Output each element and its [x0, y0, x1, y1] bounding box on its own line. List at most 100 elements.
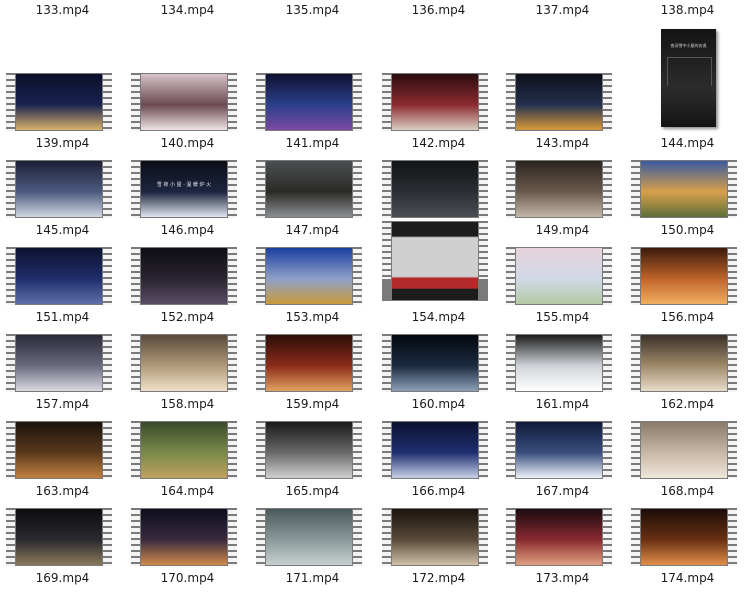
video-frame-preview — [141, 335, 227, 391]
video-thumbnail[interactable] — [506, 160, 612, 218]
video-thumbnail[interactable] — [6, 160, 112, 218]
video-thumbnail[interactable] — [256, 334, 362, 392]
file-name-label: 153.mp4 — [285, 310, 340, 324]
video-thumbnail[interactable] — [631, 247, 737, 305]
video-frame-preview — [516, 161, 602, 217]
video-frame-preview — [392, 509, 478, 565]
video-thumbnail[interactable] — [631, 160, 737, 218]
file-name-label: 163.mp4 — [35, 484, 90, 498]
thumbnail-caption: 雪 夜 小 屋 · 温 暖 炉 火 — [156, 182, 212, 188]
video-thumbnail[interactable] — [506, 421, 612, 479]
video-frame-preview — [392, 222, 478, 300]
file-name-label: 144.mp4 — [660, 136, 715, 150]
video-frame-preview — [641, 335, 727, 391]
video-frame-preview — [516, 74, 602, 130]
file-name-label: 152.mp4 — [160, 310, 215, 324]
video-thumbnail-portrait[interactable]: 夜深雪中小屋的安逸 — [661, 29, 716, 127]
video-thumbnail[interactable] — [506, 334, 612, 392]
video-thumbnail[interactable] — [131, 73, 237, 131]
video-thumbnail[interactable] — [6, 73, 112, 131]
file-name-label: 160.mp4 — [411, 397, 466, 411]
file-name-label: 169.mp4 — [35, 571, 90, 585]
video-frame-preview — [516, 335, 602, 391]
video-thumbnail[interactable] — [382, 334, 488, 392]
file-name-label: 159.mp4 — [285, 397, 340, 411]
file-name-label: 145.mp4 — [35, 223, 90, 237]
video-frame-preview — [266, 161, 352, 217]
video-thumbnail[interactable] — [131, 421, 237, 479]
video-frame-preview — [141, 248, 227, 304]
file-name-label: 171.mp4 — [285, 571, 340, 585]
file-name-label: 155.mp4 — [535, 310, 590, 324]
video-thumbnail[interactable] — [6, 421, 112, 479]
file-name-label: 168.mp4 — [660, 484, 715, 498]
video-thumbnail[interactable] — [256, 421, 362, 479]
file-name-label: 165.mp4 — [285, 484, 340, 498]
file-name-label: 133.mp4 — [35, 3, 90, 17]
video-thumbnail[interactable] — [131, 334, 237, 392]
video-frame-preview — [16, 74, 102, 130]
video-thumbnail[interactable] — [506, 508, 612, 566]
video-frame-preview — [266, 509, 352, 565]
file-name-label: 174.mp4 — [660, 571, 715, 585]
video-frame-preview — [392, 335, 478, 391]
file-name-label: 161.mp4 — [535, 397, 590, 411]
video-frame-preview — [16, 161, 102, 217]
video-frame-preview — [641, 248, 727, 304]
video-thumbnail[interactable]: 雪 夜 小 屋 · 温 暖 炉 火 — [131, 160, 237, 218]
video-frame-preview — [141, 422, 227, 478]
video-thumbnail[interactable] — [256, 247, 362, 305]
video-thumbnail[interactable] — [382, 73, 488, 131]
file-name-label: 164.mp4 — [160, 484, 215, 498]
file-name-label: 150.mp4 — [660, 223, 715, 237]
file-name-label: 157.mp4 — [35, 397, 90, 411]
file-name-label: 170.mp4 — [160, 571, 215, 585]
video-thumbnail[interactable] — [382, 421, 488, 479]
thumbnail-caption: 夜深雪中小屋的安逸 — [670, 43, 707, 48]
video-frame-preview — [641, 161, 727, 217]
file-name-label: 142.mp4 — [411, 136, 466, 150]
file-name-label: 151.mp4 — [35, 310, 90, 324]
video-thumbnail[interactable] — [631, 421, 737, 479]
video-thumbnail[interactable] — [382, 221, 488, 301]
video-thumbnail[interactable] — [256, 160, 362, 218]
file-name-label: 166.mp4 — [411, 484, 466, 498]
video-frame-preview — [392, 74, 478, 130]
video-frame-preview — [16, 509, 102, 565]
video-thumbnail[interactable] — [6, 508, 112, 566]
video-thumbnail[interactable] — [6, 247, 112, 305]
file-name-label: 135.mp4 — [285, 3, 340, 17]
video-thumbnail[interactable] — [631, 508, 737, 566]
video-thumbnail[interactable] — [131, 247, 237, 305]
video-thumbnail[interactable] — [256, 73, 362, 131]
video-thumbnail[interactable] — [382, 508, 488, 566]
video-frame-preview — [16, 422, 102, 478]
file-name-label: 173.mp4 — [535, 571, 590, 585]
file-name-label: 140.mp4 — [160, 136, 215, 150]
video-frame-preview — [516, 248, 602, 304]
video-frame-preview — [266, 248, 352, 304]
video-frame-preview — [266, 74, 352, 130]
file-name-label: 156.mp4 — [660, 310, 715, 324]
file-name-label: 167.mp4 — [535, 484, 590, 498]
video-frame-preview — [641, 422, 727, 478]
video-thumbnail[interactable] — [6, 334, 112, 392]
file-name-label: 146.mp4 — [160, 223, 215, 237]
video-frame-preview — [16, 335, 102, 391]
video-thumbnail[interactable] — [631, 334, 737, 392]
video-thumbnail[interactable] — [382, 160, 488, 218]
video-thumbnail[interactable] — [256, 508, 362, 566]
file-name-label: 137.mp4 — [535, 3, 590, 17]
video-thumbnail[interactable] — [506, 247, 612, 305]
video-frame-preview: 雪 夜 小 屋 · 温 暖 炉 火 — [141, 161, 227, 217]
thumbnail-grid: 133.mp4 134.mp4 135.mp4 136.mp4 137.mp4 138.m… — [0, 0, 750, 592]
file-name-label: 138.mp4 — [660, 3, 715, 17]
video-thumbnail[interactable] — [506, 73, 612, 131]
video-frame-preview — [516, 422, 602, 478]
video-frame-preview — [392, 422, 478, 478]
file-name-label: 172.mp4 — [411, 571, 466, 585]
video-thumbnail[interactable] — [131, 508, 237, 566]
file-name-label: 154.mp4 — [411, 310, 466, 324]
video-frame-preview — [266, 335, 352, 391]
file-name-label: 141.mp4 — [285, 136, 340, 150]
